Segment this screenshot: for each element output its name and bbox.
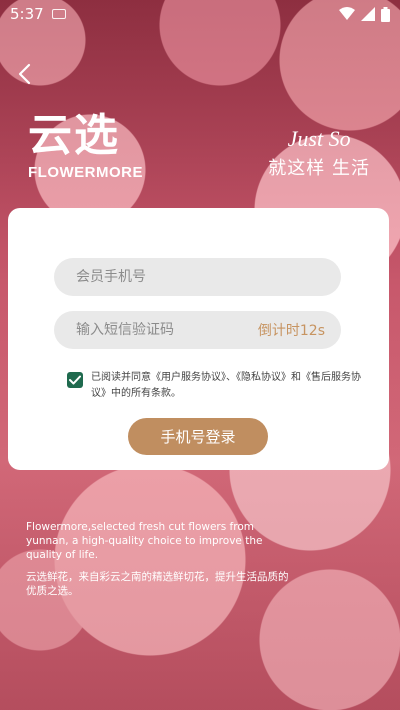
logo-english: FLOWERMORE: [28, 164, 143, 181]
phone-field[interactable]: [54, 258, 341, 296]
checkmark-icon: [69, 375, 81, 385]
sms-code-field[interactable]: 倒计时12s: [54, 311, 341, 349]
chevron-left-icon: [18, 63, 31, 85]
login-card: 倒计时12s 已阅读并同意《用户服务协议》、《隐私协议》和《售后服务协议》中的所…: [8, 208, 389, 470]
resend-countdown[interactable]: 倒计时12s: [258, 320, 325, 340]
slogan: Just So 就这样 生活: [268, 126, 370, 180]
back-button[interactable]: [10, 60, 38, 88]
sms-code-input[interactable]: [76, 322, 258, 338]
phone-input[interactable]: [76, 269, 341, 285]
agreement-row: 已阅读并同意《用户服务协议》、《隐私协议》和《售后服务协议》中的所有条款。: [67, 370, 367, 402]
slogan-chinese: 就这样 生活: [268, 158, 370, 179]
description-english: Flowermore,selected fresh cut flowers fr…: [26, 521, 263, 561]
wifi-icon: [339, 7, 355, 20]
agreement-checkbox[interactable]: [67, 372, 83, 388]
status-time: 5:37: [10, 5, 44, 23]
agreement-text[interactable]: 已阅读并同意《用户服务协议》、《隐私协议》和《售后服务协议》中的所有条款。: [91, 370, 367, 402]
brand-description: Flowermore,selected fresh cut flowers fr…: [26, 520, 296, 598]
keyboard-icon: [51, 9, 66, 19]
description-chinese: 云选鲜花，来自彩云之南的精选鲜切花，提升生活品质的优质之选。: [26, 571, 289, 597]
battery-icon: [381, 6, 390, 22]
logo-chinese: 云选: [28, 110, 120, 161]
slogan-english: Just So: [287, 126, 351, 151]
status-bar: 5:37: [0, 0, 400, 28]
signal-icon: [361, 7, 375, 21]
phone-login-button[interactable]: 手机号登录: [128, 418, 268, 455]
brand-logo: 云选 FLOWERMORE: [28, 110, 143, 181]
